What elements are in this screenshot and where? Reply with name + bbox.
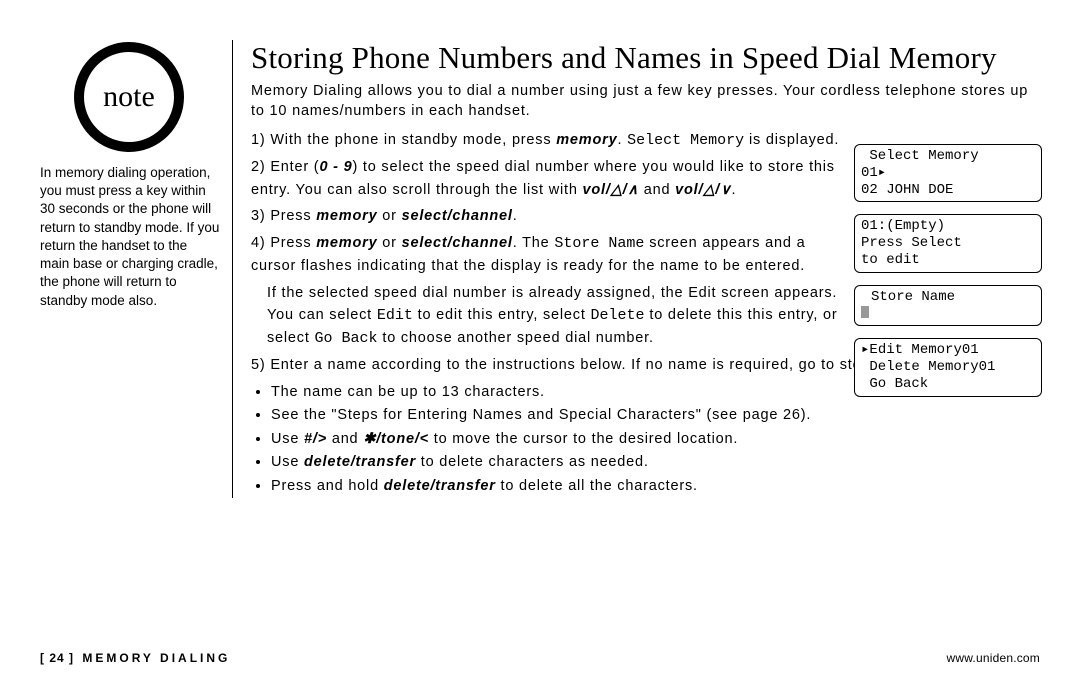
main-content: Storing Phone Numbers and Names in Speed… (232, 40, 1042, 498)
intro-text: Memory Dialing allows you to dial a numb… (251, 82, 1042, 121)
bullet-5: Press and hold delete/transfer to delete… (271, 475, 1042, 497)
right-arrow-icon: > (318, 431, 327, 447)
note-icon: note (74, 42, 184, 152)
lcd-screens: Select Memory 01▸ 02 JOHN DOE 01:(Empty)… (854, 144, 1042, 409)
left-arrow-icon: < (420, 431, 429, 447)
ringer-up-icon: △/∧ (611, 182, 639, 198)
note-sidebar: note In memory dialing operation, you mu… (40, 42, 220, 310)
lcd-edit-memory: ▸Edit Memory01 Delete Memory01 Go Back (854, 338, 1042, 396)
ringer-down-icon: △/∨ (703, 182, 731, 198)
bullet-4: Use delete/transfer to delete characters… (271, 451, 1042, 473)
note-label: note (103, 80, 155, 114)
section-title: MEMORY DIALING (82, 651, 230, 665)
page-number: [ 24 ] (40, 651, 74, 665)
cursor-icon (861, 306, 869, 318)
bullet-3: Use #/> and ✱/tone/< to move the cursor … (271, 428, 1042, 450)
note-body: In memory dialing operation, you must pr… (40, 164, 220, 310)
star-icon: ✱ (363, 431, 376, 447)
footer-url: www.uniden.com (946, 651, 1040, 665)
lcd-empty: 01:(Empty) Press Select to edit (854, 214, 1042, 272)
manual-page: note In memory dialing operation, you mu… (0, 0, 1080, 687)
page-title: Storing Phone Numbers and Names in Speed… (251, 40, 1042, 76)
lcd-store-name: Store Name (854, 285, 1042, 327)
page-footer: [ 24 ] MEMORY DIALING www.uniden.com (40, 651, 1040, 665)
lcd-select-memory: Select Memory 01▸ 02 JOHN DOE (854, 144, 1042, 202)
